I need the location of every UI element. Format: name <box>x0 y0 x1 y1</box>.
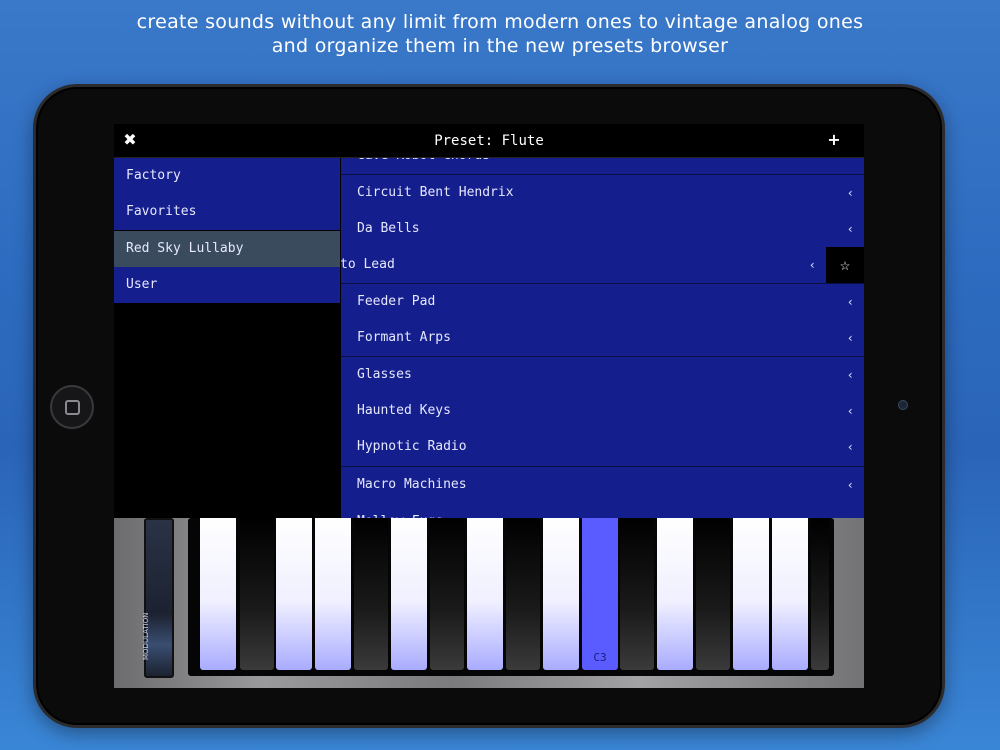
preset-name: Cave Robot Chords <box>357 158 490 174</box>
headline-line-2: and organize them in the new presets bro… <box>271 35 729 57</box>
chevron-left-icon[interactable]: ‹ <box>847 320 854 356</box>
browser-topbar: ✖ Preset: Flute + <box>114 124 864 158</box>
headline-line-1: create sounds without any limit from mod… <box>136 11 864 33</box>
piano-key[interactable] <box>276 518 312 670</box>
category-item-favorites[interactable]: Favorites <box>114 194 340 230</box>
modulation-label: MODULATION <box>142 612 150 660</box>
chevron-left-icon[interactable]: ‹ <box>847 211 854 247</box>
preset-row-partial-bottom[interactable]: Mellow Fugs ‹ <box>341 504 864 518</box>
preset-row[interactable]: Circuit Bent Hendrix ‹ <box>341 175 864 211</box>
headline: create sounds without any limit from mod… <box>0 10 1000 58</box>
preset-name: Haunted Keys <box>357 403 451 418</box>
synth-panel: MODULATION C3 <box>114 518 864 688</box>
piano-key[interactable] <box>354 518 388 670</box>
preset-name: Formant Arps <box>357 330 451 345</box>
preset-name: Macro Machines <box>357 477 467 492</box>
home-square-icon <box>64 399 80 415</box>
preset-row[interactable]: Macro Machines ‹ <box>341 467 864 503</box>
piano-key[interactable] <box>696 518 730 670</box>
app-screen: MODULATION C3 ✖ Preset: Flute + Factory … <box>114 124 864 688</box>
piano-key-c3-active[interactable]: C3 <box>582 518 618 670</box>
preset-row[interactable]: Formant Arps ‹ <box>341 320 864 356</box>
piano-key[interactable] <box>240 518 274 670</box>
preset-row[interactable]: Haunted Keys ‹ <box>341 393 864 429</box>
home-button[interactable] <box>50 385 94 429</box>
keyboard: C3 <box>188 518 834 676</box>
piano-key[interactable] <box>200 518 236 670</box>
preset-title: Preset: Flute <box>434 133 544 149</box>
preset-list[interactable]: Cave Robot Chords Circuit Bent Hendrix ‹… <box>341 158 864 518</box>
preset-row-swiped[interactable]: to Lead ‹ ☆ <box>341 247 864 283</box>
piano-key[interactable] <box>620 518 654 670</box>
piano-key[interactable] <box>430 518 464 670</box>
preset-name: to Lead <box>341 257 395 272</box>
preset-name: Glasses <box>357 367 412 382</box>
category-item-red-sky-lullaby[interactable]: Red Sky Lullaby <box>114 231 340 267</box>
chevron-left-icon[interactable]: ‹ <box>847 393 854 429</box>
presets-browser: ✖ Preset: Flute + Factory Favorites Red … <box>114 124 864 518</box>
piano-key[interactable] <box>543 518 579 670</box>
chevron-left-icon[interactable]: ‹ <box>847 284 854 320</box>
preset-row[interactable]: Hypnotic Radio ‹ <box>341 429 864 465</box>
piano-key[interactable] <box>657 518 693 670</box>
category-label: Factory <box>126 168 181 183</box>
chevron-left-icon[interactable]: ‹ <box>847 429 854 465</box>
preset-row[interactable]: Feeder Pad ‹ <box>341 284 864 320</box>
favorite-star-icon[interactable]: ☆ <box>826 247 864 283</box>
chevron-left-icon[interactable]: ‹ <box>847 504 854 518</box>
category-list: Factory Favorites Red Sky Lullaby User <box>114 158 340 518</box>
preset-name: Mellow Fugs <box>357 504 443 518</box>
piano-key[interactable] <box>315 518 351 670</box>
preset-name: Da Bells <box>357 221 420 236</box>
piano-key[interactable] <box>733 518 769 670</box>
piano-key[interactable] <box>506 518 540 670</box>
piano-key[interactable] <box>467 518 503 670</box>
preset-name: Feeder Pad <box>357 294 436 309</box>
category-label: Red Sky Lullaby <box>126 241 244 256</box>
piano-key[interactable] <box>391 518 427 670</box>
preset-name: Circuit Bent Hendrix <box>357 185 514 200</box>
preset-row[interactable]: Da Bells ‹ <box>341 211 864 247</box>
preset-name: Hypnotic Radio <box>357 439 467 454</box>
chevron-left-icon[interactable]: ‹ <box>809 247 816 283</box>
chevron-left-icon[interactable]: ‹ <box>847 467 854 503</box>
key-label-c3: C3 <box>593 651 607 664</box>
add-preset-icon[interactable]: + <box>824 130 844 150</box>
piano-key[interactable] <box>772 518 808 670</box>
category-item-user[interactable]: User <box>114 267 340 303</box>
category-label: Favorites <box>126 204 197 219</box>
modulation-wheel[interactable]: MODULATION <box>142 518 174 678</box>
chevron-left-icon[interactable]: ‹ <box>847 175 854 211</box>
camera-icon <box>898 400 908 410</box>
chevron-left-icon[interactable]: ‹ <box>847 357 854 393</box>
preset-row[interactable]: Glasses ‹ <box>341 357 864 393</box>
preset-row-partial-top[interactable]: Cave Robot Chords <box>341 158 864 174</box>
category-item-factory[interactable]: Factory <box>114 158 340 194</box>
category-label: User <box>126 277 158 292</box>
piano-key[interactable] <box>811 518 829 670</box>
